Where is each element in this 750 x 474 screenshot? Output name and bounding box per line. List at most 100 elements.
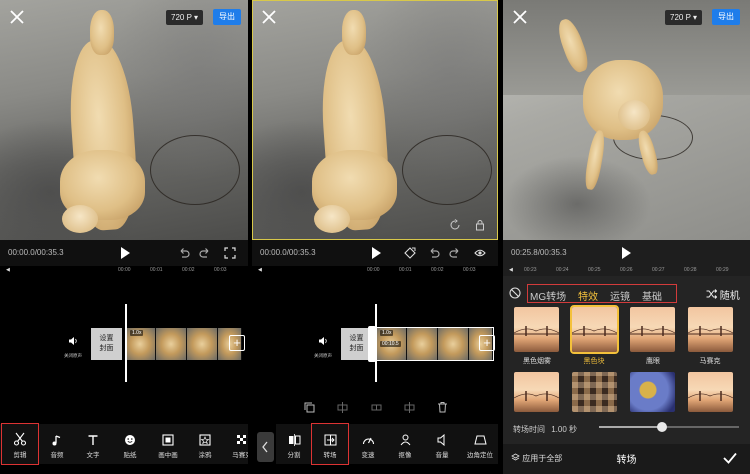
tool-corner-pin[interactable]: 边角定位 xyxy=(462,424,498,464)
ruler-tick: 00:23 xyxy=(524,267,537,273)
tool-transition[interactable]: 转场 xyxy=(311,423,349,465)
editor-panel-clip-selected: 00:00.0/00:35.3 ◀ 00:00 00:01 00:02 00:0… xyxy=(252,0,498,474)
duration-slider[interactable] xyxy=(599,422,739,432)
resolution-select[interactable]: 720 P ▾ xyxy=(665,10,703,25)
random-button[interactable]: 随机 xyxy=(706,287,740,302)
tool-doodle[interactable]: 涂鸦 xyxy=(187,424,223,464)
delete-icon[interactable] xyxy=(437,401,448,413)
tool-text[interactable]: 文字 xyxy=(75,424,111,464)
effect-thumbnail[interactable] xyxy=(572,372,617,412)
ruler-tick: 00:24 xyxy=(556,267,569,273)
undo-icon[interactable] xyxy=(178,247,190,259)
playhead[interactable] xyxy=(375,304,377,382)
shuffle-icon xyxy=(706,289,718,299)
ruler-start-marker: ◀ xyxy=(6,267,10,273)
tab-mg-transition[interactable]: MG转场 xyxy=(530,288,566,303)
scissors-icon xyxy=(13,432,27,446)
effect-thumbnail[interactable] xyxy=(630,372,675,412)
ruler-tick: 00:00 xyxy=(118,267,131,273)
tool-edit[interactable]: 剪辑 xyxy=(1,423,39,465)
tool-split[interactable]: 分割 xyxy=(276,424,312,464)
close-icon[interactable] xyxy=(260,8,278,26)
tool-sticker[interactable]: 贴纸 xyxy=(112,424,148,464)
split-center-icon[interactable] xyxy=(371,402,382,413)
ruler-tick: 00:29 xyxy=(716,267,729,273)
effect-label: 黑色烟雾 xyxy=(523,358,551,365)
resolution-select[interactable]: 720 P ▾ xyxy=(166,10,204,25)
tab-basic[interactable]: 基础 xyxy=(642,288,662,303)
text-icon xyxy=(88,435,98,445)
play-icon[interactable] xyxy=(118,246,132,260)
ruler-tick: 00:28 xyxy=(684,267,697,273)
effect-black-block[interactable] xyxy=(570,305,619,354)
tool-volume[interactable]: 音量 xyxy=(424,424,460,464)
mosaic-icon xyxy=(237,435,246,444)
tool-audio[interactable]: 音频 xyxy=(39,424,75,464)
ruler-tick: 00:27 xyxy=(652,267,665,273)
clip-edit-actions xyxy=(304,400,454,416)
bridge-thumbnail xyxy=(688,391,733,401)
ruler-tick: 00:02 xyxy=(431,267,444,273)
export-button[interactable]: 导出 xyxy=(213,9,241,25)
back-button[interactable] xyxy=(257,432,274,462)
export-button[interactable]: 导出 xyxy=(712,9,740,25)
ruler-tick: 00:03 xyxy=(214,267,227,273)
bottom-toolbar: 剪辑 音频 文字 贴纸 画中画 涂鸦 马赛克 xyxy=(0,423,248,465)
rotate-icon[interactable] xyxy=(449,219,461,231)
video-preview[interactable]: 720 P ▾ 导出 xyxy=(503,0,750,240)
redo-icon[interactable] xyxy=(199,247,211,259)
close-icon[interactable] xyxy=(8,8,26,26)
transition-icon xyxy=(324,434,336,446)
add-clip-button[interactable]: + xyxy=(479,335,495,351)
timeline-ruler: ◀ 00:00 00:01 00:02 00:03 xyxy=(0,266,248,276)
split-icon xyxy=(288,434,300,446)
mute-original-button[interactable]: 关闭原声 xyxy=(58,333,88,359)
playback-bar: 00:00.0/00:35.3 xyxy=(252,240,498,266)
timecode: 00:00.0/00:35.3 xyxy=(8,248,64,257)
split-right-icon[interactable] xyxy=(404,402,415,413)
effect-thumbnail[interactable] xyxy=(514,372,559,412)
duration-slider-knob[interactable] xyxy=(657,422,667,432)
effect-black-smoke[interactable] xyxy=(514,307,559,352)
tool-mosaic[interactable]: 马赛克 xyxy=(224,424,248,464)
speaker-icon xyxy=(319,337,327,345)
effect-label: 鹰眼 xyxy=(646,358,660,365)
clip-thumbnail xyxy=(156,328,187,360)
playback-bar: 00:00.0/00:35.3 xyxy=(0,240,248,266)
undo-icon[interactable] xyxy=(428,247,440,259)
copy-icon[interactable] xyxy=(304,402,315,413)
keyframe-icon[interactable] xyxy=(404,247,416,259)
play-icon[interactable] xyxy=(619,246,633,260)
video-preview[interactable] xyxy=(252,0,498,240)
no-transition-icon[interactable] xyxy=(509,287,521,299)
video-frame-image xyxy=(0,0,248,240)
fullscreen-icon[interactable] xyxy=(224,247,236,259)
add-clip-button[interactable]: + xyxy=(229,335,245,351)
clip-thumbnail xyxy=(187,328,218,360)
effect-thumbnail[interactable] xyxy=(688,372,733,412)
redo-icon[interactable] xyxy=(449,247,461,259)
checkmark-icon[interactable] xyxy=(722,450,738,466)
tab-effects[interactable]: 特效 xyxy=(578,288,598,303)
effect-eagle-eye[interactable] xyxy=(630,307,675,352)
effect-label: 马赛克 xyxy=(699,358,721,365)
video-preview[interactable]: 720 P ▾ 导出 xyxy=(0,0,248,240)
tool-pip[interactable]: 画中画 xyxy=(150,424,186,464)
timecode: 00:25.8/00:35.3 xyxy=(511,248,567,257)
playhead[interactable] xyxy=(125,304,127,382)
set-cover-button[interactable]: 设置 封面 xyxy=(91,328,122,360)
ruler-start-marker: ◀ xyxy=(258,267,262,273)
ruler-tick: 00:01 xyxy=(399,267,412,273)
play-icon[interactable] xyxy=(369,246,383,260)
mute-original-button[interactable]: 关闭原声 xyxy=(308,333,338,359)
close-icon[interactable] xyxy=(511,8,529,26)
effect-mosaic[interactable] xyxy=(688,307,733,352)
ruler-tick: 00:25 xyxy=(588,267,601,273)
split-left-icon[interactable] xyxy=(337,402,348,413)
ruler-tick: 00:01 xyxy=(150,267,163,273)
tool-speed[interactable]: 变速 xyxy=(350,424,386,464)
lock-icon[interactable] xyxy=(474,219,486,231)
eye-icon[interactable] xyxy=(474,247,486,259)
tab-camera-move[interactable]: 运镜 xyxy=(610,288,630,303)
tool-cutout[interactable]: 抠像 xyxy=(387,424,423,464)
